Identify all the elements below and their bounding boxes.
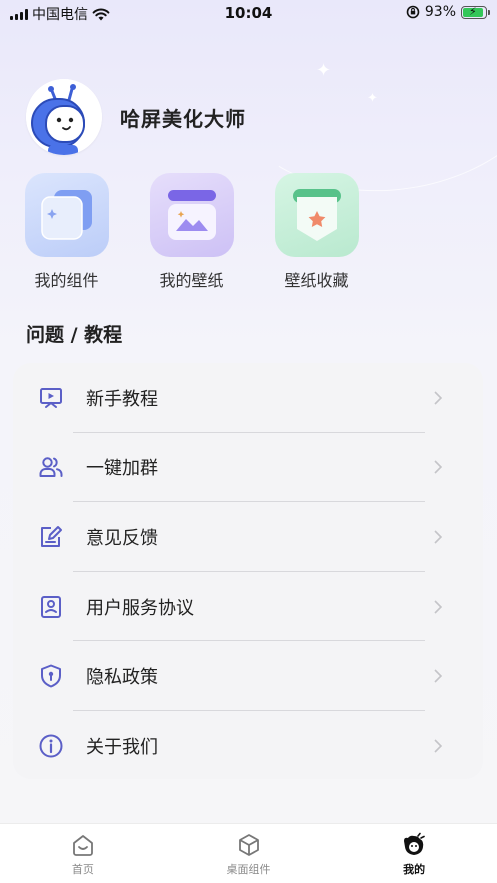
tile-wallpaper-favorites[interactable]: 壁纸收藏 bbox=[274, 173, 359, 291]
menu-item-about-us[interactable]: 关于我们 bbox=[13, 711, 483, 781]
tile-my-widgets[interactable]: 我的组件 bbox=[24, 173, 109, 291]
menu-item-label: 用户服务协议 bbox=[86, 597, 194, 619]
group-icon bbox=[39, 457, 63, 478]
profile-header[interactable]: 哈屏美化大师 bbox=[26, 79, 246, 155]
favorite-icon bbox=[274, 173, 359, 257]
chevron-right-icon bbox=[434, 600, 443, 614]
tile-label: 我的组件 bbox=[34, 271, 99, 290]
menu-item-label: 一键加群 bbox=[86, 458, 158, 480]
chevron-right-icon bbox=[434, 669, 443, 683]
chevron-right-icon bbox=[434, 391, 443, 405]
menu-item-label: 新手教程 bbox=[86, 388, 158, 410]
chevron-right-icon bbox=[434, 460, 443, 474]
about-icon bbox=[39, 734, 63, 758]
status-bar: 中国电信 10:04 93% ⚡ bbox=[0, 0, 497, 26]
quick-actions: 我的组件 我的壁纸 壁纸收藏 bbox=[24, 173, 359, 291]
menu-item-label: 关于我们 bbox=[86, 736, 158, 758]
wallpaper-icon bbox=[149, 173, 234, 257]
tab-desktop-widgets[interactable]: 桌面组件 bbox=[166, 824, 332, 883]
privacy-icon bbox=[41, 664, 61, 688]
box-icon bbox=[238, 834, 259, 856]
chevron-right-icon bbox=[434, 530, 443, 544]
tab-home[interactable]: 首页 bbox=[0, 824, 166, 883]
tile-label: 壁纸收藏 bbox=[284, 271, 349, 290]
battery-percent: 93% bbox=[424, 4, 456, 20]
battery-icon: ⚡ bbox=[461, 5, 490, 19]
menu-item-label: 隐私政策 bbox=[86, 667, 158, 689]
menu-item-tutorial[interactable]: 新手教程 bbox=[13, 363, 483, 433]
mascot-icon bbox=[404, 832, 425, 855]
widget-icon bbox=[24, 173, 109, 257]
feedback-icon bbox=[41, 525, 62, 547]
help-menu-card: 新手教程 一键加群 意见反馈 用户服务协议 隐私政策 关于我们 bbox=[13, 363, 483, 779]
tab-label: 桌面组件 bbox=[226, 863, 271, 876]
tab-label: 我的 bbox=[403, 863, 426, 876]
menu-item-label: 意见反馈 bbox=[86, 527, 158, 549]
home-icon bbox=[72, 835, 93, 856]
tab-mine[interactable]: 我的 bbox=[331, 824, 497, 883]
menu-item-join-group[interactable]: 一键加群 bbox=[13, 433, 483, 503]
tab-label: 首页 bbox=[71, 863, 94, 876]
tile-my-wallpapers[interactable]: 我的壁纸 bbox=[149, 173, 234, 291]
avatar[interactable] bbox=[26, 79, 102, 155]
chevron-right-icon bbox=[434, 739, 443, 753]
sparkle-icon: ✦ bbox=[316, 60, 332, 81]
username: 哈屏美化大师 bbox=[120, 106, 246, 131]
tile-label: 我的壁纸 bbox=[159, 271, 224, 290]
sparkle-icon: ✦ bbox=[367, 91, 378, 106]
robot-avatar-icon bbox=[26, 79, 102, 155]
menu-item-privacy-policy[interactable]: 隐私政策 bbox=[13, 641, 483, 711]
agreement-icon bbox=[41, 595, 61, 618]
menu-item-user-agreement[interactable]: 用户服务协议 bbox=[13, 572, 483, 642]
orientation-lock-icon bbox=[406, 5, 420, 19]
menu-item-feedback[interactable]: 意见反馈 bbox=[13, 502, 483, 572]
bottom-tab-bar: 首页 桌面组件 我的 bbox=[0, 823, 497, 883]
section-title: 问题 / 教程 bbox=[26, 324, 123, 346]
tutorial-icon bbox=[40, 387, 62, 408]
